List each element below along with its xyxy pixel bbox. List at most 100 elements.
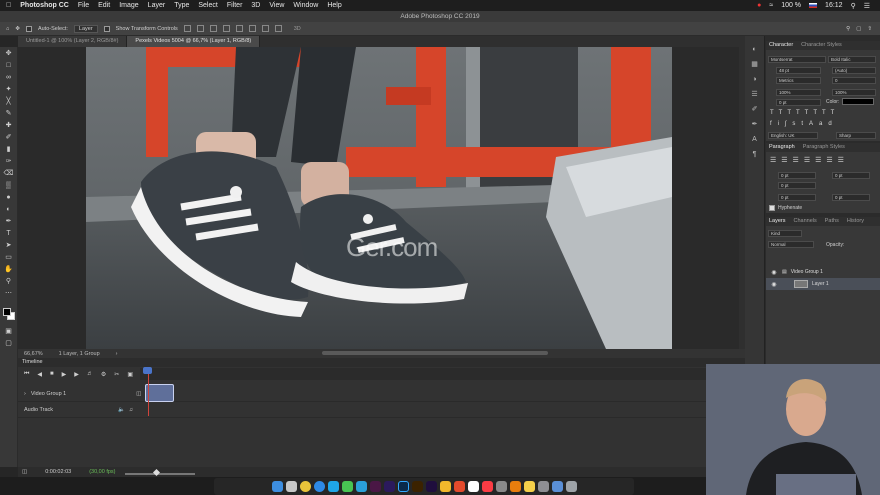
- music-note-icon[interactable]: ♫: [129, 407, 133, 413]
- font-style-select[interactable]: Bold Italic: [828, 56, 876, 63]
- align-right-icon[interactable]: [209, 25, 217, 32]
- messages-icon[interactable]: [341, 481, 353, 492]
- blur-tool-icon[interactable]: ●: [4, 194, 14, 202]
- menu-type[interactable]: Type: [174, 2, 189, 9]
- menu-edit[interactable]: Edit: [98, 2, 110, 9]
- tab-channels[interactable]: Channels: [794, 217, 817, 226]
- align-center-icon[interactable]: [196, 25, 204, 32]
- menu-view[interactable]: View: [269, 2, 284, 9]
- first-frame-icon[interactable]: ⏮: [24, 371, 29, 378]
- menu-select[interactable]: Select: [198, 2, 217, 9]
- sketch-icon[interactable]: [439, 481, 451, 492]
- space-before-field[interactable]: 0 pt: [778, 194, 816, 201]
- tab-character[interactable]: Character: [769, 41, 793, 50]
- hand-tool-icon[interactable]: ✋: [4, 266, 14, 274]
- space-after-field[interactable]: 0 pt: [832, 194, 870, 201]
- tab-paragraph[interactable]: Paragraph: [769, 143, 795, 152]
- pen-tool-icon[interactable]: ✒: [4, 218, 14, 226]
- more-tools-icon[interactable]: ⋯: [4, 290, 14, 298]
- tab-layers[interactable]: Layers: [769, 217, 786, 226]
- text-color-swatch[interactable]: [842, 98, 874, 105]
- distribute-icon[interactable]: [261, 25, 269, 32]
- eraser-icon[interactable]: ⌫: [4, 170, 14, 178]
- playhead-handle[interactable]: [143, 367, 152, 374]
- wifi-icon[interactable]: ≈: [769, 2, 773, 9]
- lasso-tool-icon[interactable]: ∞: [4, 74, 14, 82]
- tab-character-styles[interactable]: Character Styles: [801, 41, 842, 50]
- app-menu[interactable]: Photoshop CC: [20, 2, 69, 9]
- properties-icon[interactable]: ☰: [751, 91, 759, 99]
- clock[interactable]: 16:12: [825, 2, 843, 9]
- brush-settings-icon[interactable]: ✐: [751, 106, 759, 114]
- spotlight-icon[interactable]: ⚲: [851, 2, 856, 10]
- align-left-icon[interactable]: [183, 25, 191, 32]
- foreground-color[interactable]: [2, 308, 11, 316]
- quick-mask-icon[interactable]: ▣: [4, 328, 14, 336]
- expand-track-icon[interactable]: ›: [24, 391, 26, 397]
- stop-icon[interactable]: ■: [50, 371, 54, 377]
- adjustments-icon[interactable]: ◑: [751, 76, 759, 84]
- record-icon[interactable]: ●: [757, 2, 761, 9]
- battery-label[interactable]: 100 %: [781, 2, 801, 9]
- menu-layer[interactable]: Layer: [148, 2, 166, 9]
- info-arrow-icon[interactable]: ›: [116, 351, 118, 357]
- marquee-tool-icon[interactable]: □: [4, 62, 14, 70]
- more-options-icon[interactable]: [274, 25, 282, 32]
- blend-mode-select[interactable]: Normal: [768, 241, 814, 248]
- opentype-buttons[interactable]: fiʃstAad: [770, 121, 838, 127]
- layer-name[interactable]: Layer 1: [812, 281, 829, 287]
- illustrator-icon[interactable]: [411, 481, 423, 492]
- antialias-select[interactable]: Sharp: [836, 132, 876, 139]
- control-center-icon[interactable]: ☰: [864, 2, 870, 10]
- indent-first-field[interactable]: 0 pt: [778, 182, 816, 189]
- alignment-buttons[interactable]: ☰☰☰☰☰☰☰: [770, 156, 849, 164]
- after-effects-icon[interactable]: [425, 481, 437, 492]
- premiere-icon[interactable]: [383, 481, 395, 492]
- screen-mode-icon[interactable]: ▢: [4, 340, 14, 348]
- visibility-eye-icon[interactable]: ◉: [770, 269, 778, 276]
- photoshop-icon[interactable]: [397, 481, 409, 492]
- tab-untitled[interactable]: Untitled-1 @ 100% (Layer 2, RGB/8#): [18, 36, 128, 47]
- layer-row-video-group[interactable]: ◉ ▤ Video Group 1: [766, 266, 880, 278]
- video-frame[interactable]: [86, 47, 672, 349]
- apple-icon[interactable]: : [6, 2, 11, 9]
- paragraph-panel-icon[interactable]: ¶: [751, 151, 759, 159]
- launchpad-icon[interactable]: [285, 481, 297, 492]
- tab-pexels-video[interactable]: Pexels Videos 5004 @ 66,7% (Layer 1, RGB…: [127, 36, 261, 47]
- film-icon[interactable]: ◫: [136, 391, 141, 397]
- type-tool-icon[interactable]: T: [4, 230, 14, 238]
- tab-paragraph-styles[interactable]: Paragraph Styles: [803, 143, 845, 152]
- kerning-field[interactable]: Metrics: [776, 77, 821, 84]
- workspace-icon[interactable]: ▢: [856, 26, 861, 32]
- font-size-field[interactable]: 48 pt: [776, 67, 821, 74]
- language-select[interactable]: English: UK: [768, 132, 818, 139]
- gradient-tool-icon[interactable]: ▒: [4, 182, 14, 190]
- prev-frame-icon[interactable]: ◀: [37, 371, 42, 378]
- audio-track-row[interactable]: Audio Track 🔈 ♫: [18, 402, 745, 418]
- quick-select-icon[interactable]: ✦: [4, 86, 14, 94]
- font-family-select[interactable]: Montserrat: [768, 56, 826, 63]
- swatches-panel-icon[interactable]: ▦: [751, 61, 759, 69]
- move-tool-icon[interactable]: ✥: [15, 26, 20, 32]
- leading-field[interactable]: (Auto): [832, 67, 876, 74]
- hyphenate-option[interactable]: Hyphenate: [769, 205, 802, 211]
- move-tool-icon[interactable]: ✥: [4, 50, 14, 58]
- auto-select-dropdown[interactable]: Layer: [73, 24, 98, 33]
- history-brush-icon[interactable]: ✑: [4, 158, 14, 166]
- visibility-eye-icon[interactable]: ◉: [770, 281, 778, 288]
- playhead[interactable]: [148, 368, 149, 416]
- paths-icon[interactable]: ✒: [751, 121, 759, 129]
- finder-icon[interactable]: [271, 481, 283, 492]
- layer-name[interactable]: Video Group 1: [791, 269, 823, 275]
- flag-icon[interactable]: [809, 3, 818, 8]
- tracking-field[interactable]: 0: [832, 77, 876, 84]
- settings-icon[interactable]: ⚙: [101, 371, 106, 378]
- home-icon[interactable]: ⌂: [6, 26, 9, 32]
- path-select-icon[interactable]: ➤: [4, 242, 14, 250]
- notes-icon[interactable]: [523, 481, 535, 492]
- align-middle-icon[interactable]: [235, 25, 243, 32]
- telegram-icon[interactable]: [355, 481, 367, 492]
- tab-paths[interactable]: Paths: [825, 217, 839, 226]
- clone-stamp-icon[interactable]: ▮: [4, 146, 14, 154]
- figma-icon[interactable]: [453, 481, 465, 492]
